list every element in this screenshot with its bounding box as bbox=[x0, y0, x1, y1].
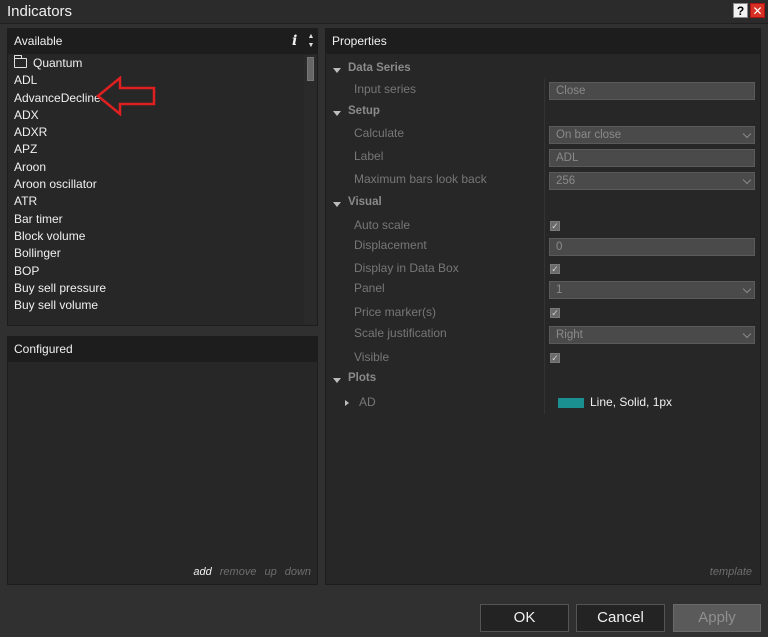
category-plots[interactable]: Plots bbox=[326, 372, 760, 392]
collapse-arrow-icon[interactable] bbox=[333, 378, 341, 383]
list-item[interactable]: Aroon oscillator bbox=[8, 176, 304, 193]
configured-header: Configured bbox=[8, 337, 317, 362]
plot-color-swatch[interactable] bbox=[558, 398, 584, 408]
collapse-arrow-icon[interactable] bbox=[333, 68, 341, 73]
cancel-button[interactable]: Cancel bbox=[576, 604, 665, 632]
properties-header: Properties bbox=[326, 29, 760, 54]
scale-justification-select[interactable]: Right bbox=[549, 326, 755, 344]
label-field[interactable]: ADL bbox=[549, 149, 755, 167]
scrollbar-thumb[interactable] bbox=[307, 57, 314, 81]
property-auto-scale: Auto scale ✓ bbox=[326, 218, 760, 238]
info-icon[interactable]: i bbox=[292, 29, 297, 54]
property-label: Price marker(s) bbox=[354, 305, 437, 319]
down-link[interactable]: down bbox=[285, 566, 311, 578]
list-item[interactable]: Bar timer bbox=[8, 211, 304, 228]
displacement-field[interactable]: 0 bbox=[549, 238, 755, 256]
chevron-down-icon bbox=[742, 175, 752, 185]
select-value: 256 bbox=[556, 175, 576, 187]
expand-arrow-icon[interactable] bbox=[345, 400, 349, 406]
property-label: Displacement bbox=[354, 238, 427, 252]
collapse-arrow-icon[interactable] bbox=[333, 111, 341, 116]
property-label: Label bbox=[354, 149, 384, 163]
plot-style-value[interactable]: Line, Solid, 1px bbox=[590, 395, 672, 409]
property-price-markers: Price marker(s) ✓ bbox=[326, 305, 760, 325]
property-label: Maximum bars look back bbox=[354, 172, 487, 186]
help-button[interactable]: ? bbox=[733, 3, 748, 18]
list-item[interactable]: Block volume bbox=[8, 228, 304, 245]
configured-panel: Configured add remove up down bbox=[7, 336, 318, 585]
category-visual[interactable]: Visual bbox=[326, 196, 760, 216]
list-item[interactable]: Aroon bbox=[8, 159, 304, 176]
window-title: Indicators bbox=[7, 3, 73, 20]
list-item-quantum-folder[interactable]: Quantum bbox=[8, 55, 304, 72]
chevron-down-icon bbox=[742, 329, 752, 339]
panel-select[interactable]: 1 bbox=[549, 281, 755, 299]
property-displacement: Displacement 0 bbox=[326, 238, 760, 258]
list-item[interactable]: Bollinger bbox=[8, 245, 304, 262]
properties-panel: Properties Data Series Input series Clos… bbox=[325, 28, 761, 585]
auto-scale-checkbox[interactable]: ✓ bbox=[550, 221, 560, 231]
template-link[interactable]: template bbox=[710, 566, 752, 578]
property-panel: Panel 1 bbox=[326, 281, 760, 301]
select-value: 1 bbox=[556, 284, 563, 296]
configured-title: Configured bbox=[14, 342, 73, 356]
property-plot-ad[interactable]: AD Line, Solid, 1px bbox=[326, 395, 760, 415]
chevron-down-icon bbox=[742, 284, 752, 294]
property-scale-justification: Scale justification Right bbox=[326, 326, 760, 346]
category-setup[interactable]: Setup bbox=[326, 105, 760, 125]
list-item[interactable]: APZ bbox=[8, 141, 304, 158]
property-label: AD bbox=[359, 395, 376, 409]
add-link[interactable]: add bbox=[193, 566, 211, 578]
category-label: Data Series bbox=[348, 62, 411, 74]
collapse-arrow-icon[interactable] bbox=[333, 202, 341, 207]
available-title: Available bbox=[14, 34, 63, 48]
calculate-select[interactable]: On bar close bbox=[549, 126, 755, 144]
red-arrow-annotation-icon bbox=[96, 76, 156, 116]
list-item[interactable]: Buy sell volume bbox=[8, 297, 304, 314]
input-series-field[interactable]: Close bbox=[549, 82, 755, 100]
ok-button[interactable]: OK bbox=[480, 604, 569, 632]
close-button[interactable]: ✕ bbox=[750, 3, 765, 18]
list-item[interactable]: ADXR bbox=[8, 124, 304, 141]
list-item-label: Quantum bbox=[33, 56, 83, 70]
display-in-data-box-checkbox[interactable]: ✓ bbox=[550, 264, 560, 274]
category-label: Setup bbox=[348, 105, 380, 117]
property-label: Display in Data Box bbox=[354, 261, 459, 275]
up-link[interactable]: up bbox=[264, 566, 276, 578]
title-bar: Indicators ? ✕ bbox=[0, 0, 768, 24]
category-label: Plots bbox=[348, 372, 377, 384]
remove-link[interactable]: remove bbox=[220, 566, 257, 578]
max-bars-select[interactable]: 256 bbox=[549, 172, 755, 190]
property-label: Panel bbox=[354, 281, 385, 295]
property-calculate: Calculate On bar close bbox=[326, 126, 760, 146]
list-item[interactable]: ATR bbox=[8, 193, 304, 210]
property-label: Scale justification bbox=[354, 326, 447, 340]
available-header: Available i ▲ ▼ bbox=[8, 29, 317, 54]
select-value: On bar close bbox=[556, 129, 622, 141]
property-input-series: Input series Close bbox=[326, 82, 760, 102]
property-label: Auto scale bbox=[354, 218, 411, 232]
property-label: Input series bbox=[354, 82, 417, 96]
folder-icon bbox=[14, 55, 27, 68]
properties-title: Properties bbox=[332, 34, 387, 48]
available-panel: Available i ▲ ▼ Quantum ADL AdvanceDeclin… bbox=[7, 28, 318, 326]
visible-checkbox[interactable]: ✓ bbox=[550, 353, 560, 363]
category-label: Visual bbox=[348, 196, 382, 208]
category-data-series[interactable]: Data Series bbox=[326, 62, 760, 82]
list-item[interactable]: BOP bbox=[8, 263, 304, 280]
sort-icon[interactable]: ▲ ▼ bbox=[307, 32, 315, 52]
price-markers-checkbox[interactable]: ✓ bbox=[550, 308, 560, 318]
apply-button[interactable]: Apply bbox=[673, 604, 761, 632]
configured-actions: add remove up down bbox=[185, 566, 311, 578]
property-label: Calculate bbox=[354, 126, 405, 140]
chevron-down-icon bbox=[742, 129, 752, 139]
property-display-in-data-box: Display in Data Box ✓ bbox=[326, 261, 760, 281]
available-scrollbar[interactable] bbox=[304, 55, 317, 325]
property-visible: Visible ✓ bbox=[326, 350, 760, 370]
property-label-row: Label ADL bbox=[326, 149, 760, 169]
property-label: Visible bbox=[354, 350, 390, 364]
property-max-bars: Maximum bars look back 256 bbox=[326, 172, 760, 192]
select-value: Right bbox=[556, 329, 583, 341]
list-item[interactable]: Buy sell pressure bbox=[8, 280, 304, 297]
